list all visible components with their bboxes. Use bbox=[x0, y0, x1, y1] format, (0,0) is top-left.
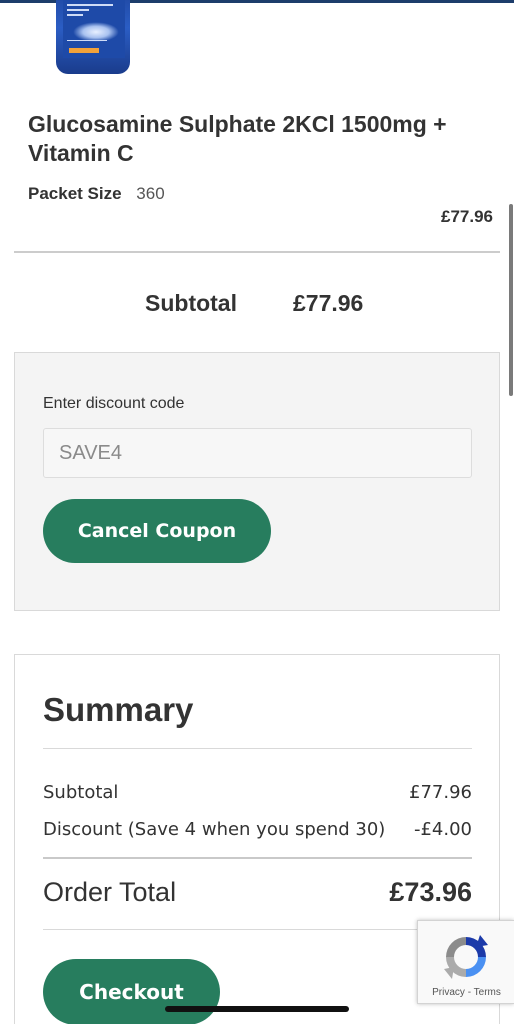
cart-subtotal-label: Subtotal bbox=[145, 290, 237, 316]
summary-row-label: Discount (Save 4 when you spend 30) bbox=[43, 819, 386, 840]
product-image[interactable] bbox=[52, 0, 132, 76]
order-total-label: Order Total bbox=[43, 877, 177, 907]
cart-subtotal-value: £77.96 bbox=[293, 290, 364, 316]
checkout-button[interactable]: Checkout bbox=[43, 959, 220, 1024]
discount-code-label: Enter discount code bbox=[43, 395, 185, 412]
summary-row-value: £77.96 bbox=[409, 782, 472, 803]
summary-row-subtotal: Subtotal £77.96 bbox=[43, 782, 472, 803]
summary-title: Summary bbox=[43, 691, 194, 728]
summary-divider bbox=[43, 857, 472, 859]
packet-size-label: Packet Size bbox=[28, 184, 122, 203]
supplement-bottle-image bbox=[56, 0, 130, 74]
discount-code-input[interactable]: SAVE4 bbox=[43, 428, 472, 478]
packet-size-row: Packet Size 360 bbox=[28, 184, 165, 204]
order-total-row: Order Total £73.96 bbox=[43, 877, 472, 908]
recaptcha-icon bbox=[444, 935, 488, 979]
recaptcha-separator: - bbox=[467, 987, 472, 998]
label-wave bbox=[73, 22, 119, 42]
item-price: £77.96 bbox=[441, 207, 493, 226]
label-line bbox=[67, 9, 89, 11]
recaptcha-badge[interactable]: Privacy - Terms bbox=[417, 920, 514, 1004]
label-line bbox=[67, 14, 83, 16]
order-total-value: £73.96 bbox=[389, 877, 472, 907]
product-name[interactable]: Glucosamine Sulphate 2KCl 1500mg + Vitam… bbox=[28, 110, 448, 168]
divider bbox=[14, 251, 500, 253]
packet-size-value: 360 bbox=[136, 184, 165, 203]
home-indicator bbox=[165, 1006, 349, 1012]
terms-link[interactable]: Terms bbox=[474, 987, 501, 998]
summary-divider bbox=[43, 929, 472, 930]
summary-divider bbox=[43, 748, 472, 749]
label-tag bbox=[69, 48, 99, 53]
discount-panel: Enter discount code SAVE4 Cancel Coupon bbox=[14, 352, 500, 611]
cancel-coupon-button[interactable]: Cancel Coupon bbox=[43, 499, 271, 563]
summary-row-discount: Discount (Save 4 when you spend 30) -£4.… bbox=[43, 819, 472, 840]
summary-row-value: -£4.00 bbox=[413, 819, 472, 840]
label-line bbox=[67, 40, 107, 41]
bottle-label bbox=[63, 0, 125, 58]
privacy-link[interactable]: Privacy bbox=[432, 987, 465, 998]
recaptcha-links: Privacy - Terms bbox=[418, 987, 514, 998]
summary-row-label: Subtotal bbox=[43, 782, 119, 803]
scrollbar[interactable] bbox=[509, 204, 513, 396]
label-line bbox=[67, 4, 113, 6]
